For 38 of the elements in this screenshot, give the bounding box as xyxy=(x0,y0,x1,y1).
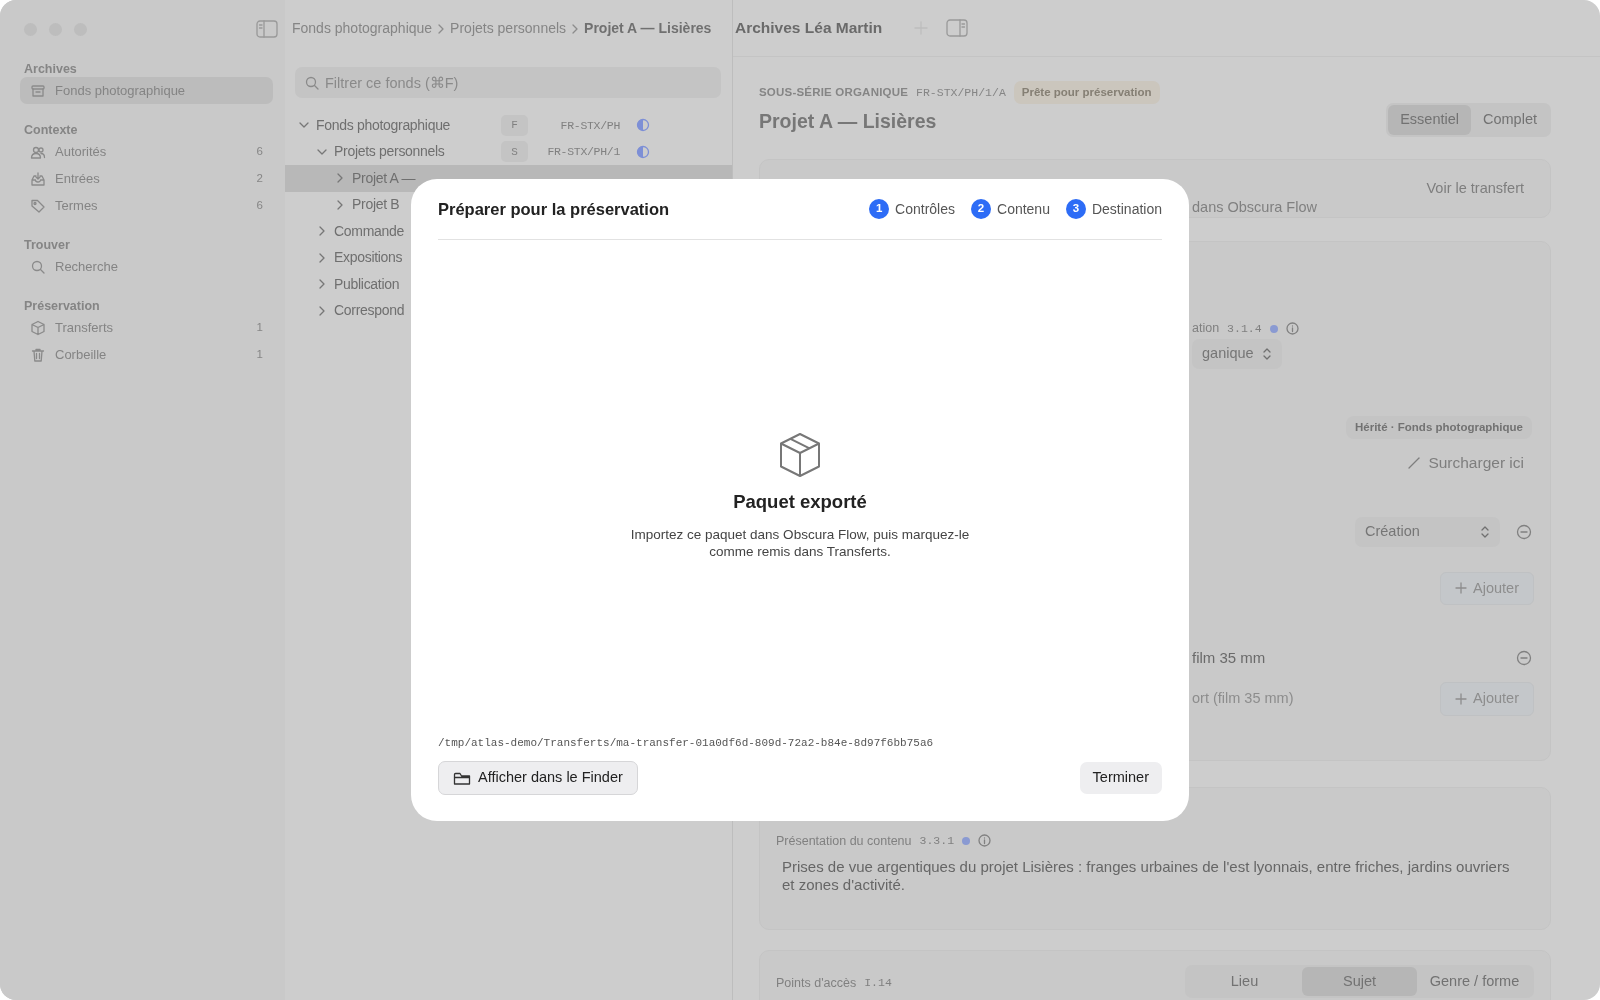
rule-reference: 3.3.1 xyxy=(919,833,955,850)
field-value: film 35 mm xyxy=(1192,648,1266,668)
field-label: Présentation du contenu xyxy=(776,832,912,850)
item-count: 1 xyxy=(256,319,263,335)
transfer-note: dans Obscura Flow xyxy=(1192,197,1317,217)
section-heading: Trouver xyxy=(24,237,71,253)
item-count: 6 xyxy=(256,143,263,159)
status-badge: Prête pour préservation xyxy=(1013,81,1160,105)
step-number: 3 xyxy=(1065,199,1086,219)
window-title: Archives Léa Martin xyxy=(735,18,883,39)
inherited-badge: Hérité · Fonds photographique xyxy=(1345,415,1532,440)
reference-code: FR-STX/PH xyxy=(559,117,620,134)
step-label: Contenu xyxy=(997,199,1050,219)
step-label: Contrôles xyxy=(895,199,955,219)
section-heading: Archives xyxy=(24,61,78,77)
file-path: /tmp/atlas-demo/Transferts/ma-transfer-01a0df6d-809d-72a2-b84e-8d97f6bb75a6 xyxy=(438,735,935,751)
item-count: 1 xyxy=(256,346,263,362)
reference-code: FR-STX/PH/1 xyxy=(546,144,620,161)
item-count: 2 xyxy=(256,170,263,186)
section-heading: Préservation xyxy=(24,298,101,314)
level-badge: S xyxy=(501,141,528,163)
record-type: SOUS-SÉRIE ORGANIQUE xyxy=(759,85,909,100)
step-number: 1 xyxy=(869,199,890,219)
step-label: Destination xyxy=(1091,199,1162,219)
field-label: ation xyxy=(1192,320,1220,338)
description-text: Prises de vue argentiques du projet Lisières : franges urbaines de l'est lyonnais, entre friches, jardins ouvriers et zones d'activité. xyxy=(782,858,1511,895)
rule-reference: 3.1.4 xyxy=(1227,320,1262,337)
section-heading: Contexte xyxy=(24,122,79,138)
dialog-message: Importez ce paquet dans Obscura Flow, puis marquez-le comme remis dans Transferts. xyxy=(629,527,971,562)
field-label: Points d'accès xyxy=(776,974,857,992)
reference-code: FR-STX/PH/1/A xyxy=(916,85,1006,101)
dialog-heading: Paquet exporté xyxy=(733,489,867,514)
item-count: 6 xyxy=(256,197,263,213)
dialog-title: Préparer pour la préservation xyxy=(438,198,670,220)
record-title: Projet A — Lisières xyxy=(759,109,938,135)
rule-reference: I.14 xyxy=(864,975,892,992)
step-number: 2 xyxy=(971,199,991,219)
level-badge: F xyxy=(501,114,528,136)
